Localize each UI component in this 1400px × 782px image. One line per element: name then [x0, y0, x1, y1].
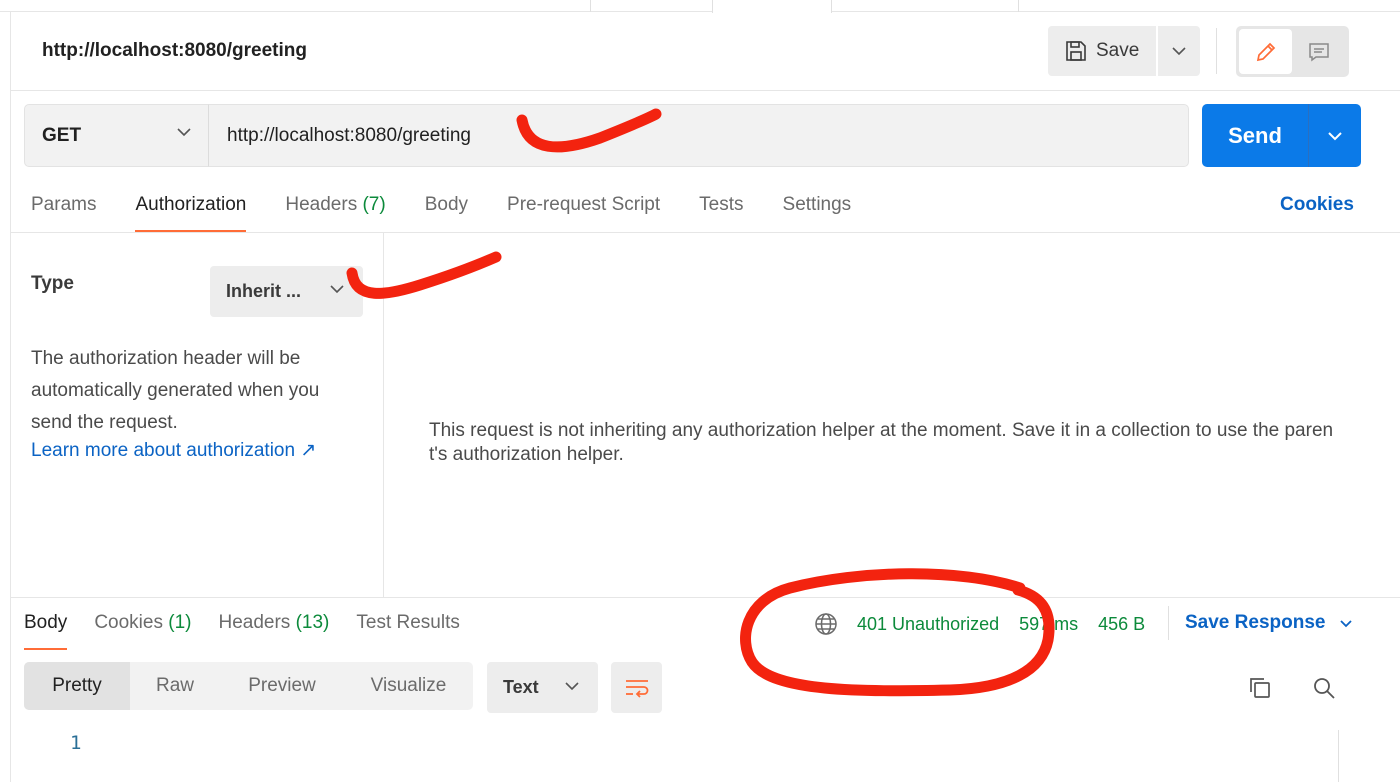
response-time[interactable]: 597 ms	[1019, 614, 1078, 635]
save-response-label: Save Response	[1185, 612, 1326, 633]
view-mode-segment: Pretty Raw Preview Visualize	[24, 662, 473, 710]
chevron-down-icon	[1328, 131, 1342, 140]
tab-label: Cookies	[94, 612, 163, 633]
search-icon[interactable]	[1311, 675, 1337, 701]
tab-body[interactable]: Body	[425, 194, 468, 232]
tab-authorization[interactable]: Authorization	[135, 194, 246, 232]
save-options-button[interactable]	[1158, 26, 1200, 76]
send-button[interactable]: Send	[1202, 104, 1308, 167]
auth-panel-divider	[383, 233, 384, 597]
tab-headers[interactable]: Headers (7)	[285, 194, 385, 232]
tab-divider	[1018, 0, 1019, 12]
request-title[interactable]: http://localhost:8080/greeting	[42, 40, 307, 62]
status-code[interactable]: 401 Unauthorized	[857, 614, 999, 635]
tab-tests[interactable]: Tests	[699, 194, 743, 232]
tab-pre-request-script[interactable]: Pre-request Script	[507, 194, 660, 232]
method-select[interactable]: GET	[24, 104, 209, 167]
learn-more-link[interactable]: Learn more about authorization ↗	[31, 439, 316, 462]
chevron-down-icon	[565, 682, 579, 691]
chevron-down-icon	[177, 128, 191, 137]
send-options-button[interactable]	[1309, 104, 1361, 167]
url-input[interactable]: http://localhost:8080/greeting	[208, 104, 1189, 167]
response-divider	[11, 597, 1400, 598]
tab-label: Tests	[699, 194, 744, 215]
request-tabs: Params Authorization Headers (7) Body Pr…	[31, 194, 890, 232]
tab-count: (13)	[295, 612, 330, 633]
chevron-down-icon	[330, 285, 344, 294]
tab-strip	[0, 0, 1400, 13]
view-pretty[interactable]: Pretty	[24, 662, 130, 710]
response-tab-body[interactable]: Body	[24, 612, 68, 650]
response-size[interactable]: 456 B	[1098, 614, 1145, 635]
tab-label: Body	[24, 612, 68, 633]
save-label: Save	[1096, 40, 1140, 61]
tab-label: Test Results	[356, 612, 460, 633]
cookies-link[interactable]: Cookies	[1280, 194, 1354, 216]
wrap-lines-icon	[625, 679, 648, 698]
response-tabs: Body Cookies (1) Headers (13) Test Resul…	[24, 612, 487, 650]
wrap-lines-button[interactable]	[611, 662, 662, 713]
header-divider	[11, 90, 1400, 91]
response-status-bar: 401 Unauthorized 597 ms 456 B	[814, 612, 1145, 636]
tab-count: (1)	[168, 612, 192, 633]
globe-icon[interactable]	[814, 612, 838, 636]
status-divider	[1168, 606, 1169, 640]
auth-type-value: Inherit ...	[226, 281, 302, 301]
method-value: GET	[42, 124, 82, 146]
active-request-tab[interactable]	[712, 0, 832, 13]
auth-type-label: Type	[31, 273, 74, 294]
pencil-icon	[1256, 42, 1275, 61]
left-border	[10, 12, 11, 782]
edit-mode-button[interactable]	[1239, 29, 1292, 74]
tab-params[interactable]: Params	[31, 194, 96, 232]
tab-label: Params	[31, 194, 97, 215]
comment-icon	[1308, 42, 1329, 61]
mode-toggle	[1236, 26, 1349, 77]
tabs-divider	[11, 232, 1400, 233]
response-tab-test-results[interactable]: Test Results	[356, 612, 459, 650]
format-select[interactable]: Text	[487, 662, 598, 713]
editor-scrollbar[interactable]	[1338, 730, 1354, 782]
save-group: Save	[1048, 26, 1200, 76]
save-button[interactable]: Save	[1048, 26, 1156, 76]
save-response-button[interactable]: Save Response	[1185, 612, 1353, 634]
inherit-message: This request is not inheriting any autho…	[429, 420, 1334, 465]
response-tab-headers[interactable]: Headers (13)	[218, 612, 329, 650]
chevron-down-icon	[1172, 47, 1186, 56]
annotation-underline-stroke	[346, 251, 502, 299]
format-value: Text	[503, 677, 539, 697]
tab-label: Settings	[782, 194, 852, 215]
comments-mode-button[interactable]	[1292, 29, 1345, 74]
save-icon	[1066, 41, 1086, 61]
url-value: http://localhost:8080/greeting	[227, 124, 472, 146]
view-preview[interactable]: Preview	[220, 662, 344, 710]
tab-label: Authorization	[135, 194, 247, 215]
tab-label: Body	[424, 194, 469, 215]
auth-type-select[interactable]: Inherit ...	[210, 266, 363, 317]
chevron-down-icon	[1340, 619, 1353, 627]
view-raw[interactable]: Raw	[130, 662, 220, 710]
send-group: Send	[1202, 104, 1361, 167]
tab-label: Headers	[218, 612, 291, 633]
line-number: 1	[70, 732, 82, 754]
copy-icon[interactable]	[1247, 675, 1273, 701]
tab-label: Pre-request Script	[507, 194, 661, 215]
toolbar-divider	[1216, 28, 1217, 74]
view-visualize[interactable]: Visualize	[344, 662, 473, 710]
response-tab-cookies[interactable]: Cookies (1)	[94, 612, 191, 650]
auth-description: The authorization header will be automat…	[31, 348, 320, 433]
tab-label: Headers	[285, 194, 358, 215]
tab-count: (7)	[362, 194, 386, 215]
tab-settings[interactable]: Settings	[783, 194, 852, 232]
tab-divider	[590, 0, 591, 12]
